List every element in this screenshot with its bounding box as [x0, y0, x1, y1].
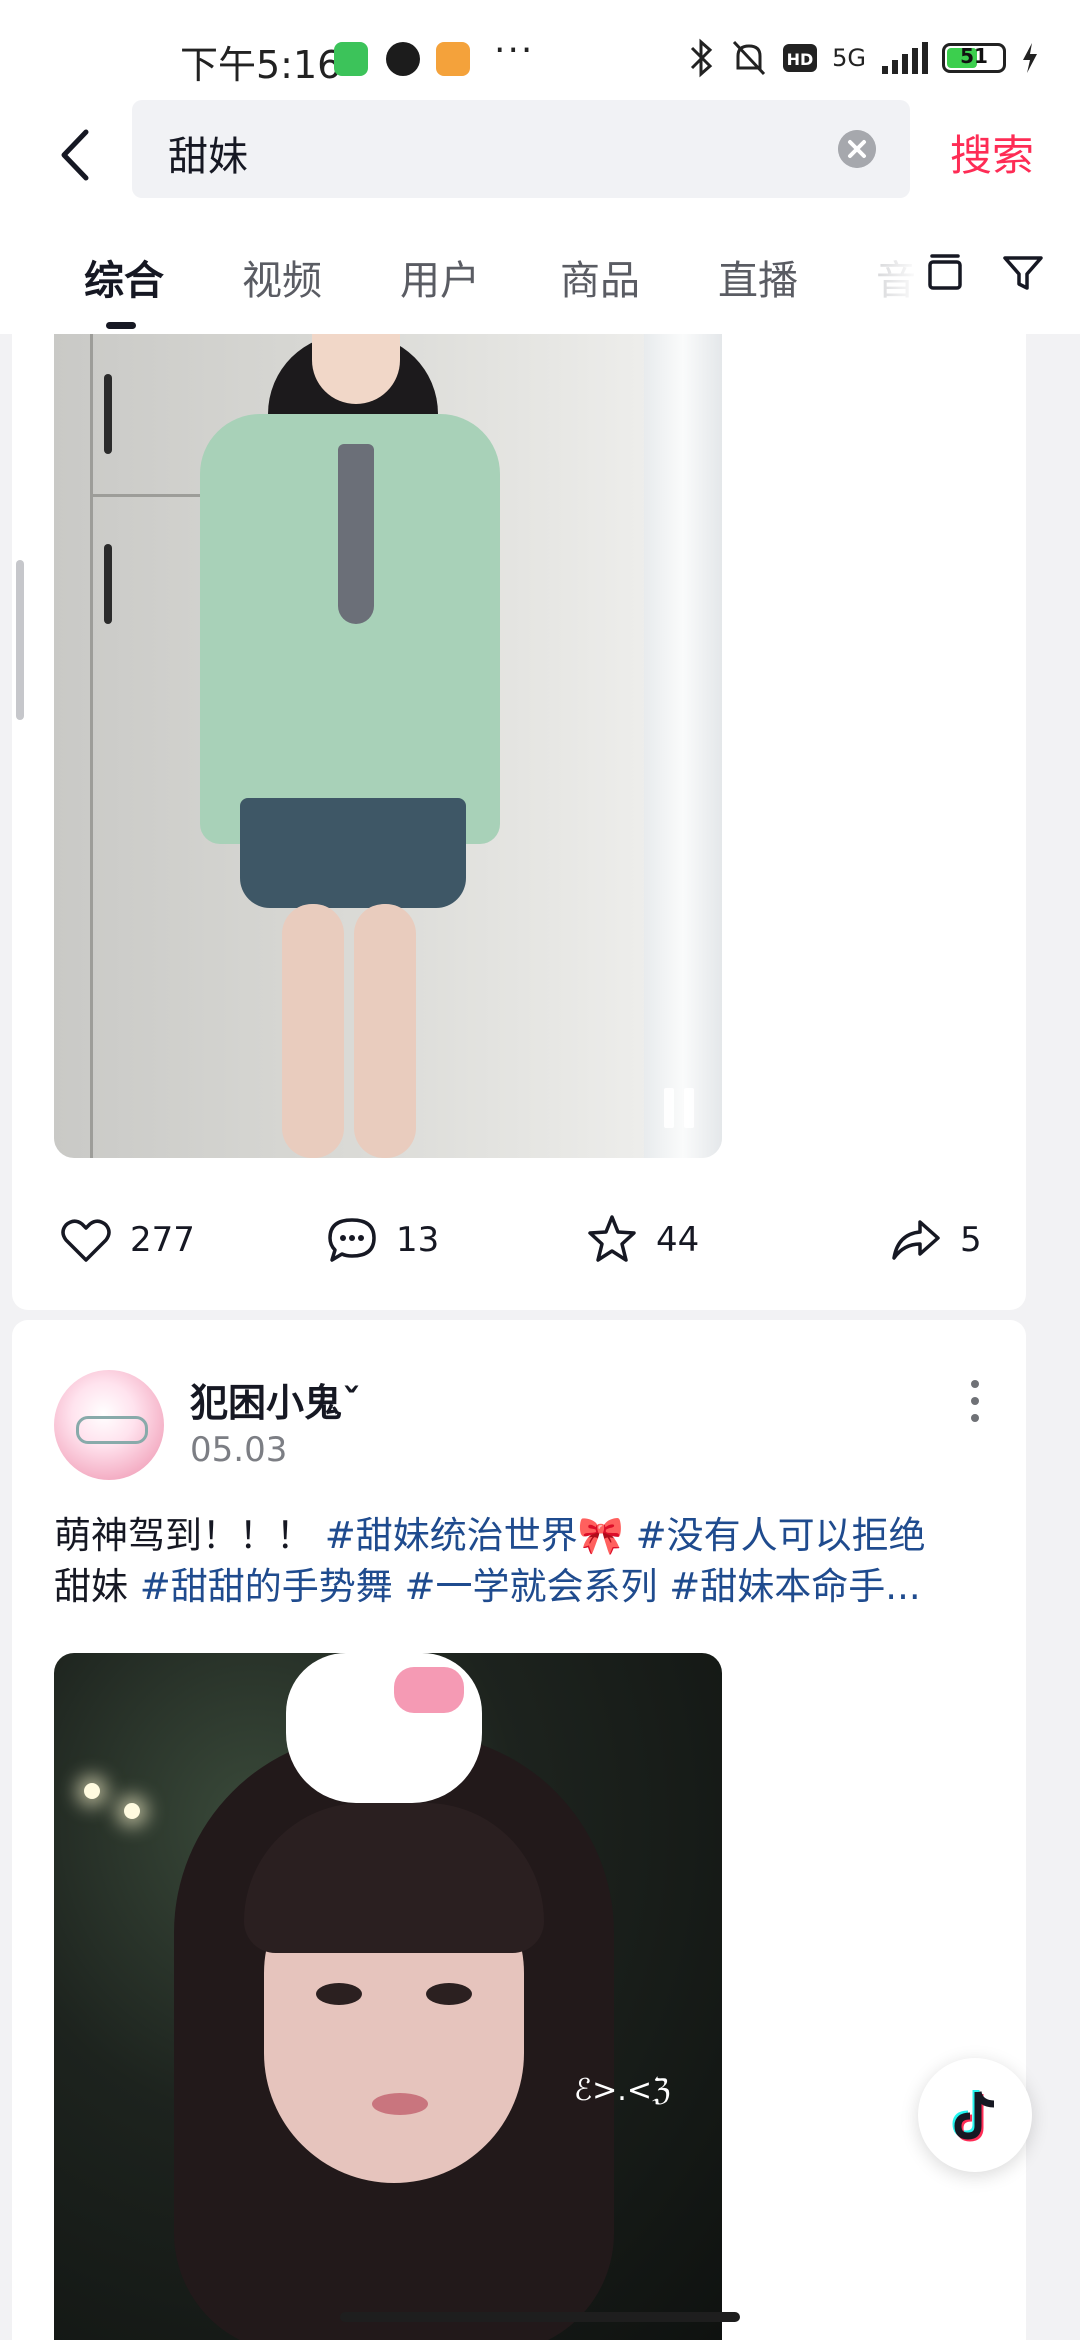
active-tab-indicator [106, 322, 136, 329]
comment-count: 13 [396, 1220, 440, 1260]
bluetooth-icon [691, 38, 713, 78]
58-app-icon [436, 42, 470, 76]
post-date: 05.03 [190, 1430, 288, 1470]
svg-text:HD: HD [787, 50, 814, 69]
pause-icon[interactable] [664, 1088, 696, 1128]
caption-text: 萌神驾到！！！ [54, 1514, 325, 1557]
heart-icon [61, 1219, 111, 1262]
search-input[interactable]: 甜妹 [132, 100, 910, 198]
tab-products[interactable]: 商品 [560, 248, 640, 306]
favorite-count: 44 [656, 1220, 700, 1260]
author-name[interactable]: 犯困小鬼ˇ [190, 1372, 361, 1427]
charging-icon [1023, 43, 1037, 73]
hd-icon: HD [783, 44, 818, 72]
mute-bell-icon [733, 40, 766, 76]
qq-app-icon [386, 42, 420, 76]
post-1-actions: 277 13 44 5 [12, 1200, 1026, 1280]
post-card-1: 277 13 44 5 [12, 334, 1026, 1310]
search-tabs: 综合 视频 用户 商品 直播 音 [0, 210, 1080, 334]
search-query-text: 甜妹 [168, 134, 248, 180]
hashtag-link[interactable]: #甜妹本命手... [658, 1565, 920, 1608]
tiktok-logo-icon [952, 2090, 995, 2142]
star-icon [588, 1215, 636, 1262]
like-count: 277 [130, 1220, 195, 1260]
more-notifications-icon: ··· [494, 30, 535, 71]
status-right-group: HD 5G 51 [688, 36, 1040, 80]
hashtag-link[interactable]: #一学就会系列 [393, 1565, 658, 1608]
author-avatar[interactable] [54, 1370, 164, 1480]
tab-video[interactable]: 视频 [242, 248, 322, 306]
post-card-2: 犯困小鬼ˇ 05.03 萌神驾到！！！ #甜妹统治世界🎀 #没有人可以拒绝 甜妹… [12, 1320, 1026, 2340]
comment-icon [328, 1218, 376, 1262]
network-type: 5G [832, 44, 866, 72]
like-button[interactable]: 277 [58, 1210, 195, 1270]
share-count: 5 [960, 1220, 982, 1260]
scroll-indicator [16, 560, 24, 720]
search-button[interactable]: 搜索 [950, 122, 1034, 183]
filter-icon[interactable] [1000, 250, 1046, 296]
caption-text: 甜妹 [54, 1565, 140, 1608]
wechat-app-icon [334, 42, 368, 76]
back-arrow-icon[interactable] [52, 120, 102, 190]
battery-icon: 51 [942, 43, 1006, 73]
tab-users[interactable]: 用户 [400, 248, 480, 306]
search-row: 甜妹 搜索 [0, 100, 1080, 210]
more-options-icon[interactable] [968, 1378, 980, 1424]
layout-toggle-icon[interactable] [922, 250, 968, 296]
post-caption: 萌神驾到！！！ #甜妹统治世界🎀 #没有人可以拒绝 甜妹 #甜甜的手势舞 #一学… [54, 1510, 1004, 1612]
tiktok-float-button[interactable] [918, 2058, 1032, 2172]
share-button[interactable]: 5 [888, 1210, 982, 1270]
post-1-image[interactable] [54, 334, 722, 1158]
tab-live[interactable]: 直播 [718, 248, 798, 306]
status-time: 下午5:16 [180, 43, 342, 87]
comment-button[interactable]: 13 [324, 1210, 439, 1270]
clear-search-icon[interactable] [838, 130, 876, 168]
image-overlay-text: ℰ>.<ℨ [574, 2073, 671, 2108]
tab-comprehensive[interactable]: 综合 [84, 248, 164, 306]
home-indicator[interactable] [340, 2312, 740, 2322]
signal-icon [882, 42, 928, 74]
status-bar: 下午5:16 ··· HD 5G 51 [0, 0, 1080, 100]
hashtag-link[interactable]: #甜妹统治世界🎀 [325, 1514, 624, 1557]
share-icon [892, 1220, 940, 1260]
post-2-image[interactable]: ℰ>.<ℨ [54, 1653, 722, 2340]
hashtag-link[interactable]: #甜甜的手势舞 [140, 1565, 393, 1608]
favorite-button[interactable]: 44 [584, 1210, 699, 1270]
tab-fade [860, 210, 920, 334]
hashtag-link[interactable]: #没有人可以拒绝 [624, 1514, 926, 1557]
